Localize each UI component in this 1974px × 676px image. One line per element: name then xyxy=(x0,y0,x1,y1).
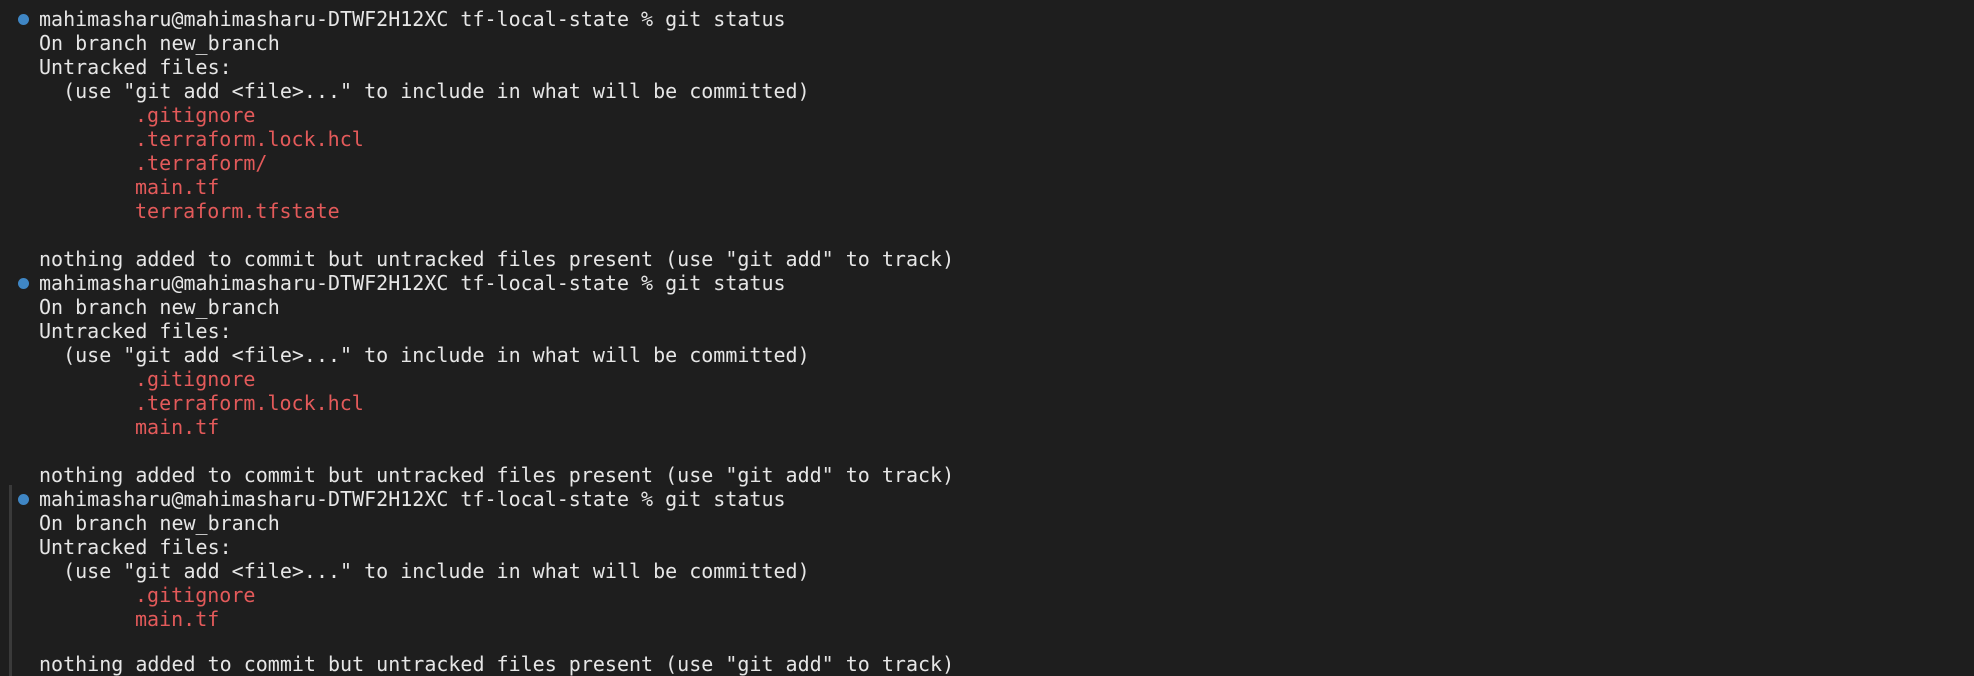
command-line: mahimasharu@mahimasharu-DTWF2H12XC tf-lo… xyxy=(0,7,1974,31)
git-summary: nothing added to commit but untracked fi… xyxy=(39,652,955,676)
untracked-file: .terraform.lock.hcl xyxy=(135,127,364,151)
git-hint: (use "git add <file>..." to include in w… xyxy=(39,79,810,103)
git-summary: nothing added to commit but untracked fi… xyxy=(39,463,955,487)
prompt-text: mahimasharu@mahimasharu-DTWF2H12XC tf-lo… xyxy=(39,487,786,511)
untracked-file: main.tf xyxy=(135,415,220,439)
git-summary: nothing added to commit but untracked fi… xyxy=(39,247,955,271)
untracked-file: .terraform.lock.hcl xyxy=(135,391,364,415)
prompt-text: mahimasharu@mahimasharu-DTWF2H12XC tf-lo… xyxy=(39,271,786,295)
untracked-file: .gitignore xyxy=(135,103,256,127)
terminal-output[interactable]: mahimasharu@mahimasharu-DTWF2H12XC tf-lo… xyxy=(0,0,1974,676)
branch-line: On branch new_branch xyxy=(39,511,280,535)
untracked-header: Untracked files: xyxy=(39,55,232,79)
untracked-file: terraform.tfstate xyxy=(135,199,340,223)
git-hint: (use "git add <file>..." to include in w… xyxy=(39,343,810,367)
untracked-file: .gitignore xyxy=(135,367,256,391)
prompt-text: mahimasharu@mahimasharu-DTWF2H12XC tf-lo… xyxy=(39,7,786,31)
command-line: mahimasharu@mahimasharu-DTWF2H12XC tf-lo… xyxy=(0,271,1974,295)
git-hint: (use "git add <file>..." to include in w… xyxy=(39,559,810,583)
untracked-header: Untracked files: xyxy=(39,535,232,559)
command-status-dot-icon[interactable] xyxy=(18,278,29,289)
branch-line: On branch new_branch xyxy=(39,31,280,55)
command-status-dot-icon[interactable] xyxy=(18,494,29,505)
command-line: mahimasharu@mahimasharu-DTWF2H12XC tf-lo… xyxy=(0,487,1974,511)
untracked-file: .terraform/ xyxy=(135,151,268,175)
untracked-file: main.tf xyxy=(135,175,220,199)
untracked-header: Untracked files: xyxy=(39,319,232,343)
untracked-file: main.tf xyxy=(135,607,220,631)
command-status-dot-icon[interactable] xyxy=(18,14,29,25)
untracked-file: .gitignore xyxy=(135,583,256,607)
branch-line: On branch new_branch xyxy=(39,295,280,319)
